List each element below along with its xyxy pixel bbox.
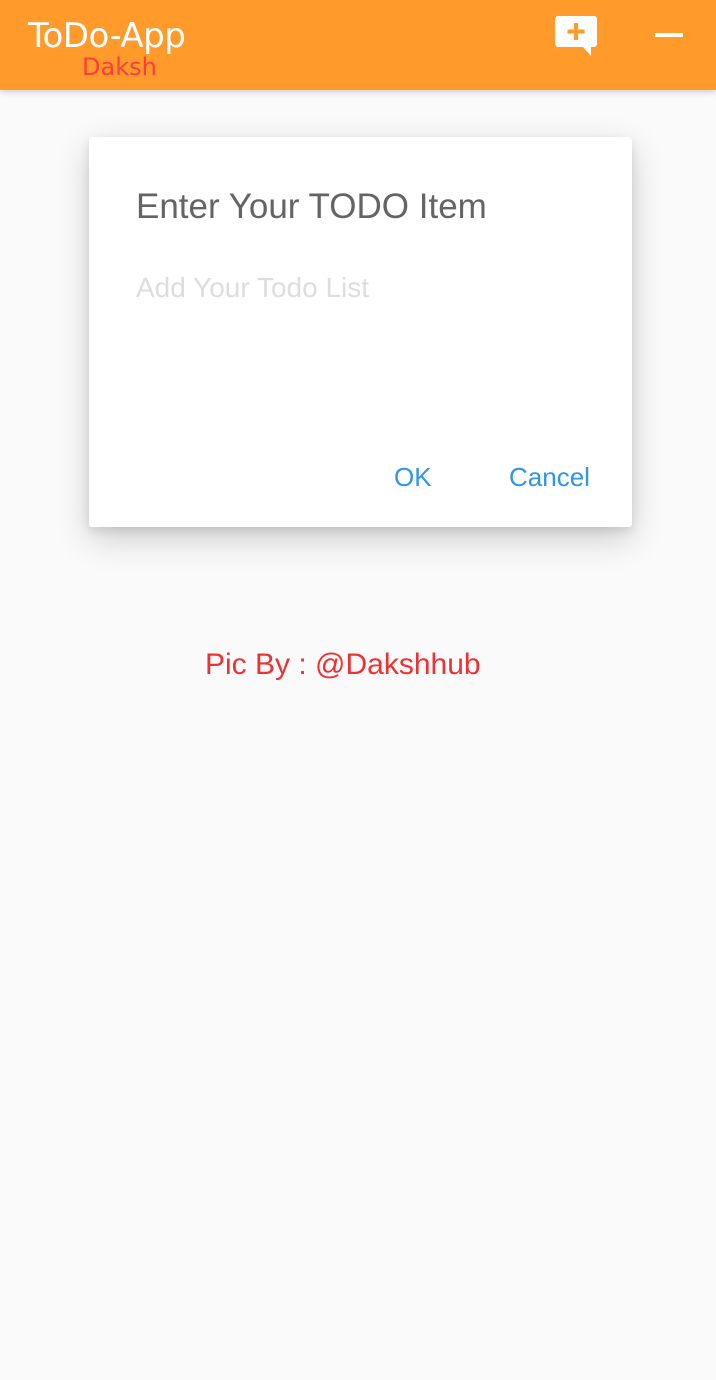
app-bar: ToDo-App Daksh [0,0,716,90]
ok-button[interactable]: OK [394,457,432,497]
todo-input[interactable] [136,265,586,311]
todo-dialog: Enter Your TODO Item OK Cancel [89,137,632,527]
dialog-title: Enter Your TODO Item [136,187,487,226]
credit-text: Pic By : @Dakshhub [205,648,481,681]
add-comment-icon [555,16,597,56]
remove-button[interactable] [650,18,688,54]
minus-icon [655,33,683,37]
add-todo-button[interactable] [555,16,597,58]
app-subtitle: Daksh [82,53,157,81]
cancel-button[interactable]: Cancel [509,457,590,497]
app-title: ToDo-App [28,16,186,56]
